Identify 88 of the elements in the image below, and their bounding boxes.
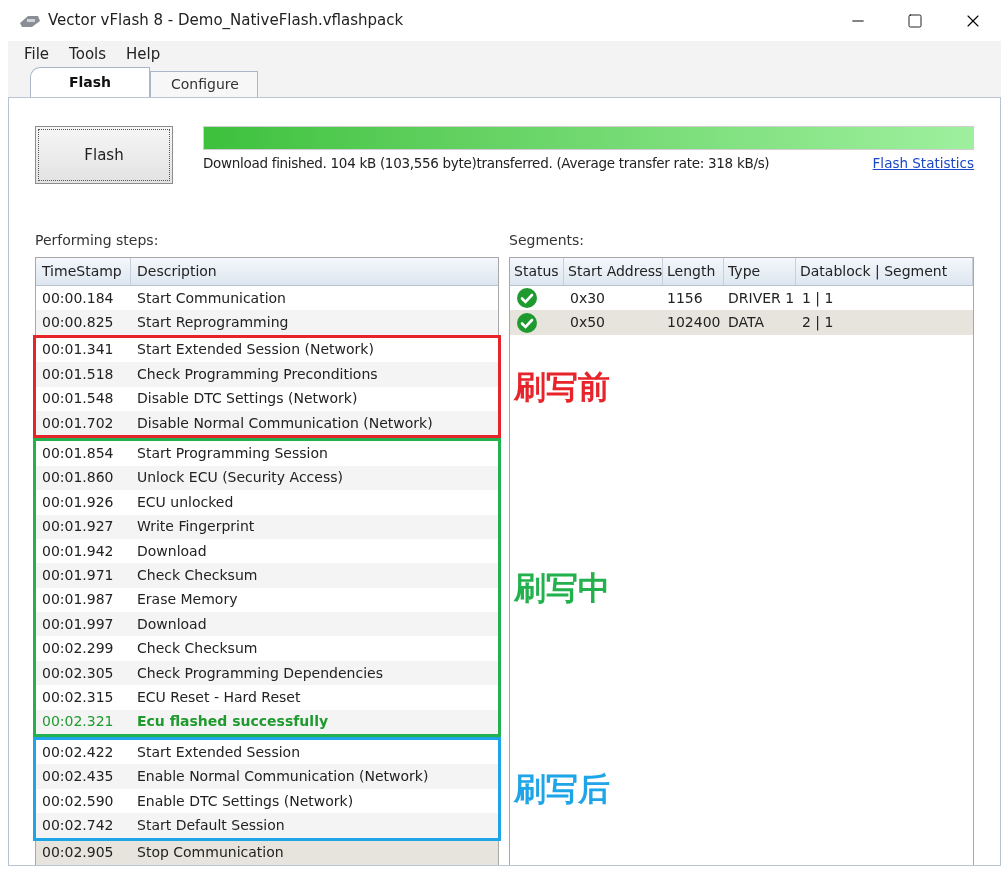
- maximize-icon[interactable]: [907, 12, 923, 29]
- type-cell-text: DRIVER 1: [727, 288, 796, 308]
- column-header[interactable]: Datablock | Segment: [796, 258, 973, 285]
- status-message: Download finished. 104 kB (103,556 byte)transferred. (Average transfer rate: 318 kB/s): [203, 154, 770, 173]
- description-cell-text: Check Checksum: [136, 566, 258, 585]
- annotation-label: 刷写中: [514, 567, 610, 609]
- timestamp-cell-text: 00:02.435: [41, 767, 115, 787]
- step-row[interactable]: 00:01.927 Write Fingerprint: [36, 514, 498, 539]
- description-cell-text: Check Programming Dependencies: [136, 663, 383, 683]
- description-cell-text: Start Programming Session: [136, 444, 328, 464]
- column-header[interactable]: Start Address: [564, 258, 663, 285]
- length-cell-text: 1156: [666, 288, 704, 308]
- step-row[interactable]: 00:02.305 Check Programming Dependencies: [36, 660, 498, 686]
- description-cell-text: Write Fingerprint: [136, 517, 255, 537]
- column-header[interactable]: Length: [663, 258, 724, 285]
- length-cell-text: 102400: [666, 313, 722, 333]
- description-cell-text: Unlock ECU (Security Access): [136, 468, 343, 488]
- timestamp-cell-text: 00:02.905: [41, 843, 115, 863]
- description-cell-text: Ecu flashed successfully: [136, 712, 329, 732]
- column-header[interactable]: Description: [131, 258, 498, 285]
- timestamp-cell-text: 00:02.321: [41, 712, 115, 732]
- description-cell-text: Disable Normal Communication (Network): [136, 413, 433, 433]
- tab[interactable]: Flash: [30, 67, 150, 97]
- menu-item[interactable]: Help: [126, 42, 161, 66]
- flash-button[interactable]: Flash: [35, 126, 173, 184]
- description-cell-text: ECU Reset - Hard Reset: [136, 687, 301, 707]
- segment-row[interactable]: 0x50 102400 DATA 2 | 1: [510, 310, 973, 335]
- description-cell-text: Download: [136, 541, 207, 561]
- description-cell-text: Check Programming Preconditions: [136, 364, 378, 384]
- timestamp-cell-text: 00:01.987: [41, 590, 115, 610]
- description-cell-text: Check Checksum: [136, 639, 258, 659]
- step-row[interactable]: 00:01.997 Download: [36, 612, 498, 637]
- step-row[interactable]: 00:02.742 Start Default Session: [36, 813, 498, 838]
- description-cell-text: Disable DTC Settings (Network): [136, 389, 358, 409]
- menu-item[interactable]: File: [24, 42, 50, 66]
- timestamp-cell-text: 00:01.997: [41, 614, 115, 634]
- step-row[interactable]: 00:02.435 Enable Normal Communication (Network): [36, 764, 498, 789]
- timestamp-cell-text: 00:02.299: [41, 639, 115, 659]
- description-cell-text: Download: [136, 614, 207, 634]
- timestamp-cell-text: 00:01.926: [41, 492, 115, 512]
- timestamp-cell-text: 00:01.860: [41, 468, 115, 488]
- timestamp-cell-text: 00:02.742: [41, 815, 115, 835]
- timestamp-cell-text: 00:02.315: [41, 687, 115, 707]
- timestamp-cell-text: 00:01.927: [41, 517, 115, 537]
- menu-item[interactable]: Tools: [69, 42, 107, 66]
- timestamp-cell-text: 00:01.518: [41, 364, 115, 384]
- section-label: Performing steps:: [35, 231, 160, 250]
- tab[interactable]: Configure: [150, 71, 258, 97]
- description-cell-text: Start Extended Session: [136, 742, 300, 762]
- annotation-label: 刷写前: [514, 366, 610, 408]
- column-header[interactable]: TimeStamp: [36, 258, 131, 285]
- column-header[interactable]: Type: [724, 258, 796, 285]
- timestamp-cell-text: 00:01.854: [41, 444, 115, 464]
- timestamp-cell-text: 00:00.825: [41, 313, 115, 333]
- address-cell-text: 0x50: [569, 313, 606, 333]
- description-cell-text: Enable DTC Settings (Network): [136, 791, 354, 811]
- step-row[interactable]: 00:01.702 Disable Normal Communication (Network): [36, 410, 498, 436]
- step-row[interactable]: 00:02.905 Stop Communication: [36, 840, 498, 865]
- timestamp-cell-text: 00:01.942: [41, 541, 115, 561]
- description-cell-text: Start Extended Session (Network): [136, 340, 374, 360]
- step-row[interactable]: 00:01.518 Check Programming Preconditions: [36, 362, 498, 387]
- timestamp-cell-text: 00:01.341: [41, 340, 115, 360]
- description-cell-text: Start Default Session: [136, 815, 285, 835]
- column-header[interactable]: Status: [510, 258, 564, 285]
- annotation-label: 刷写后: [514, 768, 610, 810]
- flash-statistics-link[interactable]: Flash Statistics: [872, 153, 974, 174]
- timestamp-cell-text: 00:02.422: [41, 742, 115, 762]
- address-cell-text: 0x30: [569, 288, 606, 308]
- timestamp-cell-text: 00:02.305: [41, 663, 115, 683]
- description-cell-text: Start Reprogramming: [136, 313, 289, 333]
- step-row[interactable]: 00:01.860 Unlock ECU (Security Access): [36, 465, 498, 491]
- step-row[interactable]: 00:00.825 Start Reprogramming: [36, 310, 498, 335]
- timestamp-cell-text: 00:02.590: [41, 791, 115, 811]
- timestamp-cell-text: 00:00.184: [41, 288, 115, 308]
- timestamp-cell-text: 00:01.971: [41, 566, 115, 585]
- description-cell-text: Start Communication: [136, 288, 286, 308]
- description-cell-text: ECU unlocked: [136, 492, 234, 512]
- window-title: Vector vFlash 8 - Demo_NativeFlash.vflashpack: [48, 10, 404, 32]
- timestamp-cell-text: 00:01.702: [41, 413, 115, 433]
- step-row[interactable]: 00:01.971 Check Checksum: [36, 563, 498, 588]
- description-cell-text: Enable Normal Communication (Network): [136, 767, 429, 787]
- block-cell-text: 1 | 1: [801, 288, 835, 309]
- description-cell-text: Stop Communication: [136, 843, 284, 863]
- description-cell-text: Erase Memory: [136, 590, 238, 610]
- block-cell-text: 2 | 1: [801, 313, 835, 333]
- timestamp-cell-text: 00:01.548: [41, 389, 115, 409]
- section-label: Segments:: [509, 231, 585, 250]
- type-cell-text: DATA: [727, 313, 766, 333]
